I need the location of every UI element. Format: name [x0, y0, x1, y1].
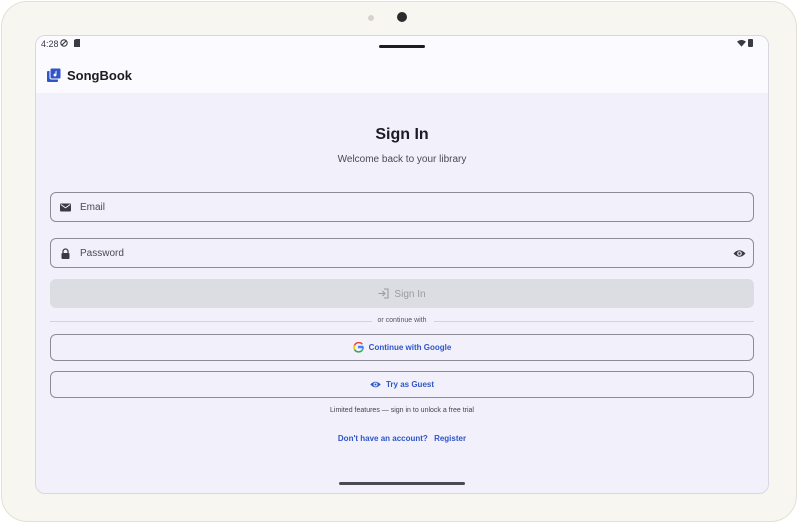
register-row: Don't have an account? Register — [36, 434, 768, 443]
music-library-icon — [47, 68, 61, 82]
mail-icon — [60, 203, 71, 212]
google-signin-button[interactable]: Continue with Google — [50, 334, 754, 361]
google-icon — [352, 342, 364, 353]
register-prompt: Don't have an account? — [337, 434, 428, 443]
sim-card-icon — [74, 39, 80, 47]
battery-icon — [748, 39, 753, 47]
eye-icon — [370, 381, 381, 388]
guest-button-label: Try as Guest — [385, 380, 435, 389]
show-password-eye-icon[interactable] — [733, 248, 746, 259]
status-time: 4:28 — [41, 39, 59, 49]
tablet-frame: 4:28 SongBook Sign In Welcome back to yo… — [1, 1, 797, 522]
wifi-icon — [737, 39, 746, 47]
sign-in-button[interactable]: Sign In — [50, 279, 754, 308]
divider-text: or continue with — [377, 317, 427, 324]
page-title: Sign In — [375, 126, 429, 143]
app-bar: SongBook — [36, 52, 768, 93]
password-field[interactable]: Password — [50, 238, 754, 268]
do-not-disturb-icon — [60, 39, 68, 47]
register-link[interactable]: Register — [434, 434, 466, 443]
guest-limitation-note: Limited features — sign in to unlock a f… — [330, 407, 474, 414]
status-bar: 4:28 — [36, 36, 768, 52]
page-subtitle: Welcome back to your library — [337, 154, 467, 165]
google-button-content: Continue with Google — [51, 342, 753, 353]
sensor-dot — [368, 15, 374, 21]
password-placeholder: Password — [80, 248, 124, 259]
guest-button[interactable]: Try as Guest — [50, 371, 754, 398]
email-field[interactable]: Email — [50, 192, 754, 222]
sign-in-button-label: Sign In — [394, 289, 426, 300]
google-button-label: Continue with Google — [368, 343, 452, 352]
guest-button-content: Try as Guest — [51, 379, 753, 390]
app-title: SongBook — [67, 68, 132, 83]
screen: 4:28 SongBook Sign In Welcome back to yo… — [35, 35, 769, 494]
email-placeholder: Email — [80, 202, 106, 213]
front-camera — [397, 12, 407, 22]
lock-icon — [61, 248, 70, 259]
status-handle — [379, 45, 425, 48]
home-indicator[interactable] — [339, 482, 465, 485]
login-icon — [378, 288, 389, 299]
sign-in-button-content: Sign In — [50, 288, 754, 300]
signin-form: Sign In Welcome back to your library Ema… — [36, 93, 768, 493]
